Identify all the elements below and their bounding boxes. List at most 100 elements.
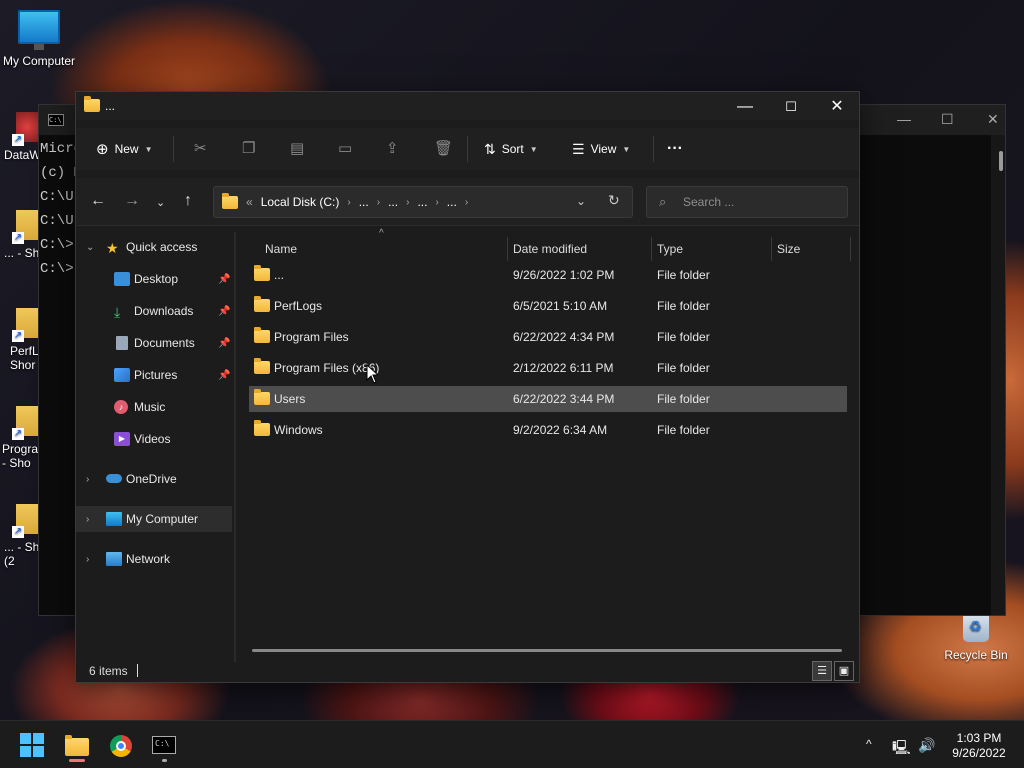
column-header-type[interactable]: Type bbox=[657, 237, 683, 261]
breadcrumb-item[interactable]: ... bbox=[417, 195, 427, 209]
paste-icon[interactable]: ▤ bbox=[290, 139, 304, 157]
nav-downloads[interactable]: ⤓ Downloads 📌 bbox=[76, 298, 232, 324]
item-count: 6 items bbox=[89, 664, 128, 678]
sort-button[interactable]: ⇅ Sort ▼ bbox=[484, 136, 538, 162]
address-history-chevron-icon[interactable]: ⌄ bbox=[576, 194, 586, 208]
column-header-size[interactable]: Size bbox=[777, 237, 800, 261]
clock-time: 1:03 PM bbox=[956, 731, 1002, 745]
desktop-icon-file-5[interactable]: ↗ ... - Sh (2 bbox=[0, 504, 40, 594]
column-header-name[interactable]: Name bbox=[265, 237, 297, 261]
desktop-icon-file-4[interactable]: ↗ Progra - Sho bbox=[0, 406, 40, 496]
terminal-icon: C:\ bbox=[48, 114, 64, 126]
more-options-button[interactable]: ··· bbox=[667, 136, 683, 162]
nav-quick-access[interactable]: ⌄ ★ Quick access bbox=[76, 234, 232, 260]
address-bar[interactable]: « Local Disk (C:) › ... › ... › ... › ..… bbox=[213, 186, 633, 218]
file-date: 2/12/2022 6:11 PM bbox=[513, 361, 614, 375]
network-icon bbox=[106, 552, 122, 566]
pin-icon[interactable]: 📌 bbox=[218, 306, 230, 317]
desktop-icon-recycle-bin[interactable]: Recycle Bin bbox=[942, 612, 1010, 662]
pane-divider[interactable] bbox=[234, 232, 236, 662]
column-header-date[interactable]: Date modified bbox=[513, 237, 587, 261]
desktop-icon-label: DataW bbox=[4, 148, 41, 162]
breadcrumb-item[interactable]: ... bbox=[447, 195, 457, 209]
chevron-down-icon: ▼ bbox=[144, 144, 153, 154]
sort-icon: ⇅ bbox=[484, 140, 496, 157]
up-arrow-icon[interactable]: ↑ bbox=[184, 192, 192, 210]
rename-icon[interactable]: ▭ bbox=[338, 139, 352, 157]
nav-pictures[interactable]: Pictures 📌 bbox=[76, 362, 232, 388]
file-row[interactable]: ... 9/26/2022 1:02 PM File folder bbox=[249, 262, 847, 288]
copy-icon[interactable]: ❐ bbox=[242, 139, 255, 157]
search-box[interactable]: ⌕ bbox=[646, 186, 848, 218]
breadcrumb-overflow[interactable]: « bbox=[246, 195, 253, 209]
network-status-icon[interactable]: 🖳 bbox=[892, 737, 911, 761]
file-row[interactable]: PerfLogs 6/5/2021 5:10 AM File folder bbox=[249, 293, 847, 319]
view-button[interactable]: ☰ View ▼ bbox=[572, 136, 630, 162]
nav-desktop[interactable]: Desktop 📌 bbox=[76, 266, 232, 292]
terminal-scrollbar[interactable] bbox=[991, 135, 1005, 615]
sort-button-label: Sort bbox=[501, 142, 524, 156]
terminal-icon: C:\ bbox=[152, 736, 176, 754]
folder-icon bbox=[65, 735, 89, 756]
horizontal-scrollbar[interactable] bbox=[252, 649, 842, 652]
breadcrumb-root[interactable]: Local Disk (C:) bbox=[261, 195, 340, 209]
taskbar-file-explorer[interactable] bbox=[57, 729, 97, 762]
tiles-view-button[interactable]: ▣ bbox=[834, 661, 854, 681]
breadcrumb-item[interactable]: ... bbox=[388, 195, 398, 209]
nav-my-computer[interactable]: › My Computer bbox=[76, 506, 232, 532]
share-icon[interactable]: ⇪ bbox=[386, 139, 399, 157]
clock-date: 9/26/2022 bbox=[952, 746, 1006, 760]
folder-icon bbox=[84, 96, 100, 112]
file-row[interactable]: Windows 9/2/2022 6:34 AM File folder bbox=[249, 417, 847, 443]
file-row[interactable]: Users 6/22/2022 3:44 PM File folder bbox=[249, 386, 847, 412]
folder-icon bbox=[254, 265, 270, 281]
pin-icon[interactable]: 📌 bbox=[218, 370, 230, 381]
desktop-icon-file-2[interactable]: ↗ ... - Sh bbox=[0, 210, 40, 300]
forward-arrow-icon[interactable]: → bbox=[124, 192, 140, 210]
desktop-icon bbox=[114, 272, 130, 286]
taskbar-chrome[interactable] bbox=[101, 729, 141, 761]
show-hidden-icons-chevron-icon[interactable]: ^ bbox=[866, 737, 872, 751]
file-icon: ↗ bbox=[12, 308, 38, 342]
nav-network[interactable]: › Network bbox=[76, 546, 232, 572]
file-explorer-window[interactable]: ... — ☐ ✕ ⊕ New ▼ ✂ ❐ ▤ ▭ ⇪ 🗑 ⇅ Sort ▼ ☰… bbox=[75, 91, 860, 683]
refresh-icon[interactable]: ↻ bbox=[608, 192, 620, 209]
explorer-titlebar[interactable]: ... — ☐ ✕ bbox=[76, 92, 859, 120]
taskbar-terminal[interactable]: C:\ bbox=[144, 729, 184, 762]
delete-icon[interactable]: 🗑 bbox=[434, 139, 453, 157]
maximize-icon[interactable]: ☐ bbox=[941, 111, 954, 128]
desktop-icon-file-3[interactable]: ↗ PerfL Shor bbox=[0, 308, 40, 398]
pin-icon[interactable]: 📌 bbox=[218, 338, 230, 349]
details-view-button[interactable]: ☰ bbox=[812, 661, 832, 681]
volume-icon[interactable]: 🔊 bbox=[918, 737, 935, 754]
search-icon: ⌕ bbox=[659, 194, 667, 209]
close-icon[interactable]: ✕ bbox=[987, 111, 999, 128]
file-type: File folder bbox=[657, 361, 710, 375]
nav-music[interactable]: ♪ Music bbox=[76, 394, 232, 420]
plus-circle-icon: ⊕ bbox=[96, 141, 109, 158]
file-row[interactable]: Program Files (x86) 2/12/2022 6:11 PM Fi… bbox=[249, 355, 847, 381]
close-button[interactable]: ✕ bbox=[814, 94, 859, 120]
system-clock[interactable]: 1:03 PM 9/26/2022 bbox=[944, 731, 1014, 761]
minimize-icon[interactable]: — bbox=[897, 111, 911, 127]
nav-onedrive[interactable]: › OneDrive bbox=[76, 466, 232, 492]
nav-videos[interactable]: ▶ Videos bbox=[76, 426, 232, 452]
nav-documents[interactable]: Documents 📌 bbox=[76, 330, 232, 356]
desktop-icon-file-1[interactable]: ↗ DataW bbox=[0, 112, 41, 202]
shortcut-arrow-icon: ↗ bbox=[12, 428, 24, 440]
back-arrow-icon[interactable]: ← bbox=[90, 192, 106, 210]
breadcrumb-item[interactable]: ... bbox=[359, 195, 369, 209]
pictures-icon bbox=[114, 368, 130, 382]
search-input[interactable] bbox=[683, 193, 833, 211]
cut-icon[interactable]: ✂ bbox=[194, 139, 207, 157]
start-button[interactable] bbox=[20, 733, 44, 757]
file-list: ^ Name Date modified Type Size ... 9/26/… bbox=[246, 228, 856, 652]
file-row[interactable]: Program Files 6/22/2022 4:34 PM File fol… bbox=[249, 324, 847, 350]
file-type: File folder bbox=[657, 330, 710, 344]
minimize-button[interactable]: — bbox=[722, 94, 768, 120]
recent-locations-chevron-icon[interactable]: ⌄ bbox=[156, 196, 165, 209]
desktop-icon-my-computer[interactable]: My Computer bbox=[0, 10, 78, 68]
maximize-button[interactable]: ☐ bbox=[768, 94, 814, 120]
new-button[interactable]: ⊕ New ▼ bbox=[96, 136, 153, 162]
pin-icon[interactable]: 📌 bbox=[218, 274, 230, 285]
